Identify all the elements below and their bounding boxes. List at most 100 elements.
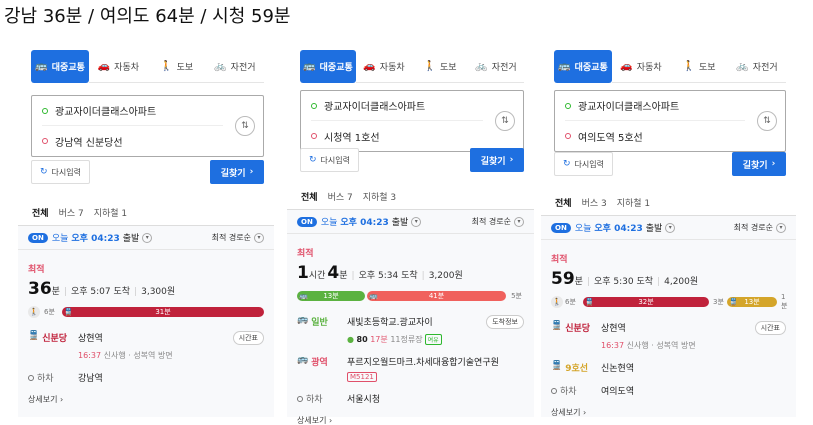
departure-filter: ON 오늘 오후 04:23 출발 ▾ 최적 경로순 ▾ [18,226,274,250]
chevron-down-icon[interactable]: ▾ [411,216,422,227]
tab-bus[interactable]: 버스 7 [59,206,84,219]
mode-car[interactable]: 🚗 자동차 [356,50,412,83]
tab-subway[interactable]: 지하철 1 [617,196,650,209]
chevron-right-icon: › [60,395,64,404]
on-badge[interactable]: ON [551,222,571,233]
mode-bike[interactable]: 🚲 자전거 [205,50,264,83]
reset-button[interactable]: ↻ 다시입력 [554,152,613,176]
tab-bus[interactable]: 버스 7 [328,190,353,203]
route-timeline: 🚶 6분 🚆 32분 3분 🚆 13분 1분 [551,293,788,310]
reset-button[interactable]: ↻ 다시입력 [31,160,90,184]
origin-field[interactable]: 광교자이더클래스아파트 [42,96,223,126]
chevron-down-icon[interactable]: ▾ [142,232,153,243]
train-icon: 🚆 [28,331,40,341]
car-icon: 🚗 [363,60,376,72]
details-link[interactable]: 상세보기 › [551,407,786,418]
destination-field[interactable]: 시청역 1호선 [311,121,483,151]
details-link[interactable]: 상세보기 › [297,415,524,425]
route-card[interactable]: 최적 1시간 4분 | 오후 5:34 도착 | 3,200원 🚌 13분 🚌 41분 5분 … [287,234,534,425]
search-route-button[interactable]: 길찾기 › [210,160,264,184]
duration-line: 1시간 4분 | 오후 5:34 도착 | 3,200원 [297,263,463,283]
on-badge[interactable]: ON [297,216,317,227]
tab-all[interactable]: 전체 [32,206,49,219]
duration-line: 59분 | 오후 5:30 도착 | 4,200원 [551,269,699,289]
bus-icon: 🚌 [35,61,48,72]
step-alight: 하차 서울시청 [297,392,524,405]
chevron-down-icon[interactable]: ▾ [665,222,676,233]
walk-icon: 🚶 [160,60,173,72]
segment-shinbundang: 🚆 32분 [583,297,709,307]
departure-filter: ON 오늘 오후 04:23 출발 ▾ 최적 경로순 ▾ [541,216,796,240]
origin-field[interactable]: 광교자이더클래스아파트 [565,91,745,121]
arrival-info-button[interactable]: 도착정보 [486,315,524,329]
mode-bike[interactable]: 🚲 자전거 [468,50,524,83]
chevron-right-icon: › [771,159,776,169]
departure-time[interactable]: 오후 04:23 [340,215,388,228]
refresh-icon: ↻ [563,159,571,169]
timetable-button[interactable]: 시간표 [232,331,264,345]
best-label: 최적 [297,249,314,259]
bus-icon: 🚌 [297,355,309,365]
on-badge[interactable]: ON [28,232,48,243]
timetable-button[interactable]: 시간표 [754,321,786,335]
destination-field[interactable]: 강남역 신분당선 [42,126,223,156]
mode-transit[interactable]: 🚌 대중교통 [300,50,356,83]
tab-bus[interactable]: 버스 3 [582,196,607,209]
walk-icon: 🚶 [423,60,436,72]
step-shinbundang: 🚆 신분당 상현역 16:37 신사행 · 성복역 방면 시간표 [551,321,786,351]
tab-subway[interactable]: 지하철 1 [94,206,127,219]
segment-line9: 🚆 13분 [727,297,777,307]
chevron-down-icon: ▾ [254,232,264,243]
origin-field[interactable]: 광교자이더클래스아파트 [311,91,483,121]
chevron-down-icon: ▾ [514,216,524,227]
route-panel-gangnam: 🚌 대중교통 🚗 자동차 🚶 도보 🚲 자전거 광교자이더클래스아파트 강남역 신분당선… [18,42,274,417]
details-link[interactable]: 상세보기 › [28,394,264,405]
swap-icon[interactable]: ⇅ [757,111,777,131]
alight-dot-icon [28,374,34,381]
train-icon: 🚆 [585,298,594,306]
swap-icon[interactable]: ⇅ [495,111,515,131]
reset-button[interactable]: ↻ 다시입력 [300,148,359,172]
search-route-button[interactable]: 길찾기 › [470,148,524,172]
swap-icon[interactable]: ⇅ [235,116,255,136]
mode-tabs: 🚌 대중교통 🚗 자동차 🚶 도보 🚲 자전거 [300,50,524,83]
departure-time[interactable]: 오후 04:23 [71,231,119,244]
mode-transit[interactable]: 🚌 대중교통 [554,50,612,83]
tab-subway[interactable]: 지하철 3 [363,190,396,203]
route-timeline: 🚶 6분 🚆 31분 [28,306,264,318]
mode-car[interactable]: 🚗 자동차 [89,50,148,83]
route-timeline: 🚌 13분 🚌 41분 5분 [297,291,522,301]
bus-icon: 🚌 [558,61,571,72]
alight-dot-icon [551,387,557,394]
mode-walk[interactable]: 🚶 도보 [147,50,206,83]
mode-transit[interactable]: 🚌 대중교통 [31,50,90,83]
route-input-box: 광교자이더클래스아파트 강남역 신분당선 ⇅ [31,95,264,157]
car-icon: 🚗 [620,60,633,72]
departure-time[interactable]: 오후 04:23 [594,221,642,234]
segment-bus-express: 🚌 41분 [367,291,506,301]
train-icon: 🚆 [64,308,73,316]
sort-select[interactable]: 최적 경로순 ▾ [734,222,786,233]
tab-all[interactable]: 전체 [301,190,318,203]
refresh-icon: ↻ [309,155,317,165]
route-card[interactable]: 최적 36분 | 오후 5:07 도착 | 3,300원 🚶 6분 🚆 31분 🚆 신분당 … [18,250,274,417]
mode-walk[interactable]: 🚶 도보 [412,50,468,83]
mode-car[interactable]: 🚗 자동차 [612,50,670,83]
bike-icon: 🚲 [214,60,227,72]
sort-select[interactable]: 최적 경로순 ▾ [212,232,264,243]
search-route-button[interactable]: 길찾기 › [732,152,786,176]
results: ON 오늘 오후 04:23 출발 ▾ 최적 경로순 ▾ 최적 36분 | 오후 5:… [18,226,274,417]
chevron-right-icon: › [583,408,587,417]
tab-all[interactable]: 전체 [555,196,572,209]
mode-bike[interactable]: 🚲 자전거 [728,50,786,83]
result-tabs: 전체 버스 3 지하철 1 [541,190,796,216]
destination-field[interactable]: 여의도역 5호선 [565,121,745,151]
mode-walk[interactable]: 🚶 도보 [670,50,728,83]
step-line9: 🚆 9호선 신논현역 [551,361,635,374]
step-bus-express: 🚌 광역 푸르지오월드마크.차세대융합기술연구원 M5121 [297,355,499,382]
route-card[interactable]: 최적 59분 | 오후 5:30 도착 | 4,200원 🚶 6분 🚆 32분 3분 🚆 1… [541,240,796,417]
chevron-down-icon: ▾ [776,222,786,233]
route-panel-yeouido: 🚌 대중교통 🚗 자동차 🚶 도보 🚲 자전거 광교자이더클래스아파트 여의도역 5호선… [541,42,796,417]
sort-select[interactable]: 최적 경로순 ▾ [472,216,524,227]
headline: 강남 36분 / 여의도 64분 / 시청 59분 [4,6,291,27]
